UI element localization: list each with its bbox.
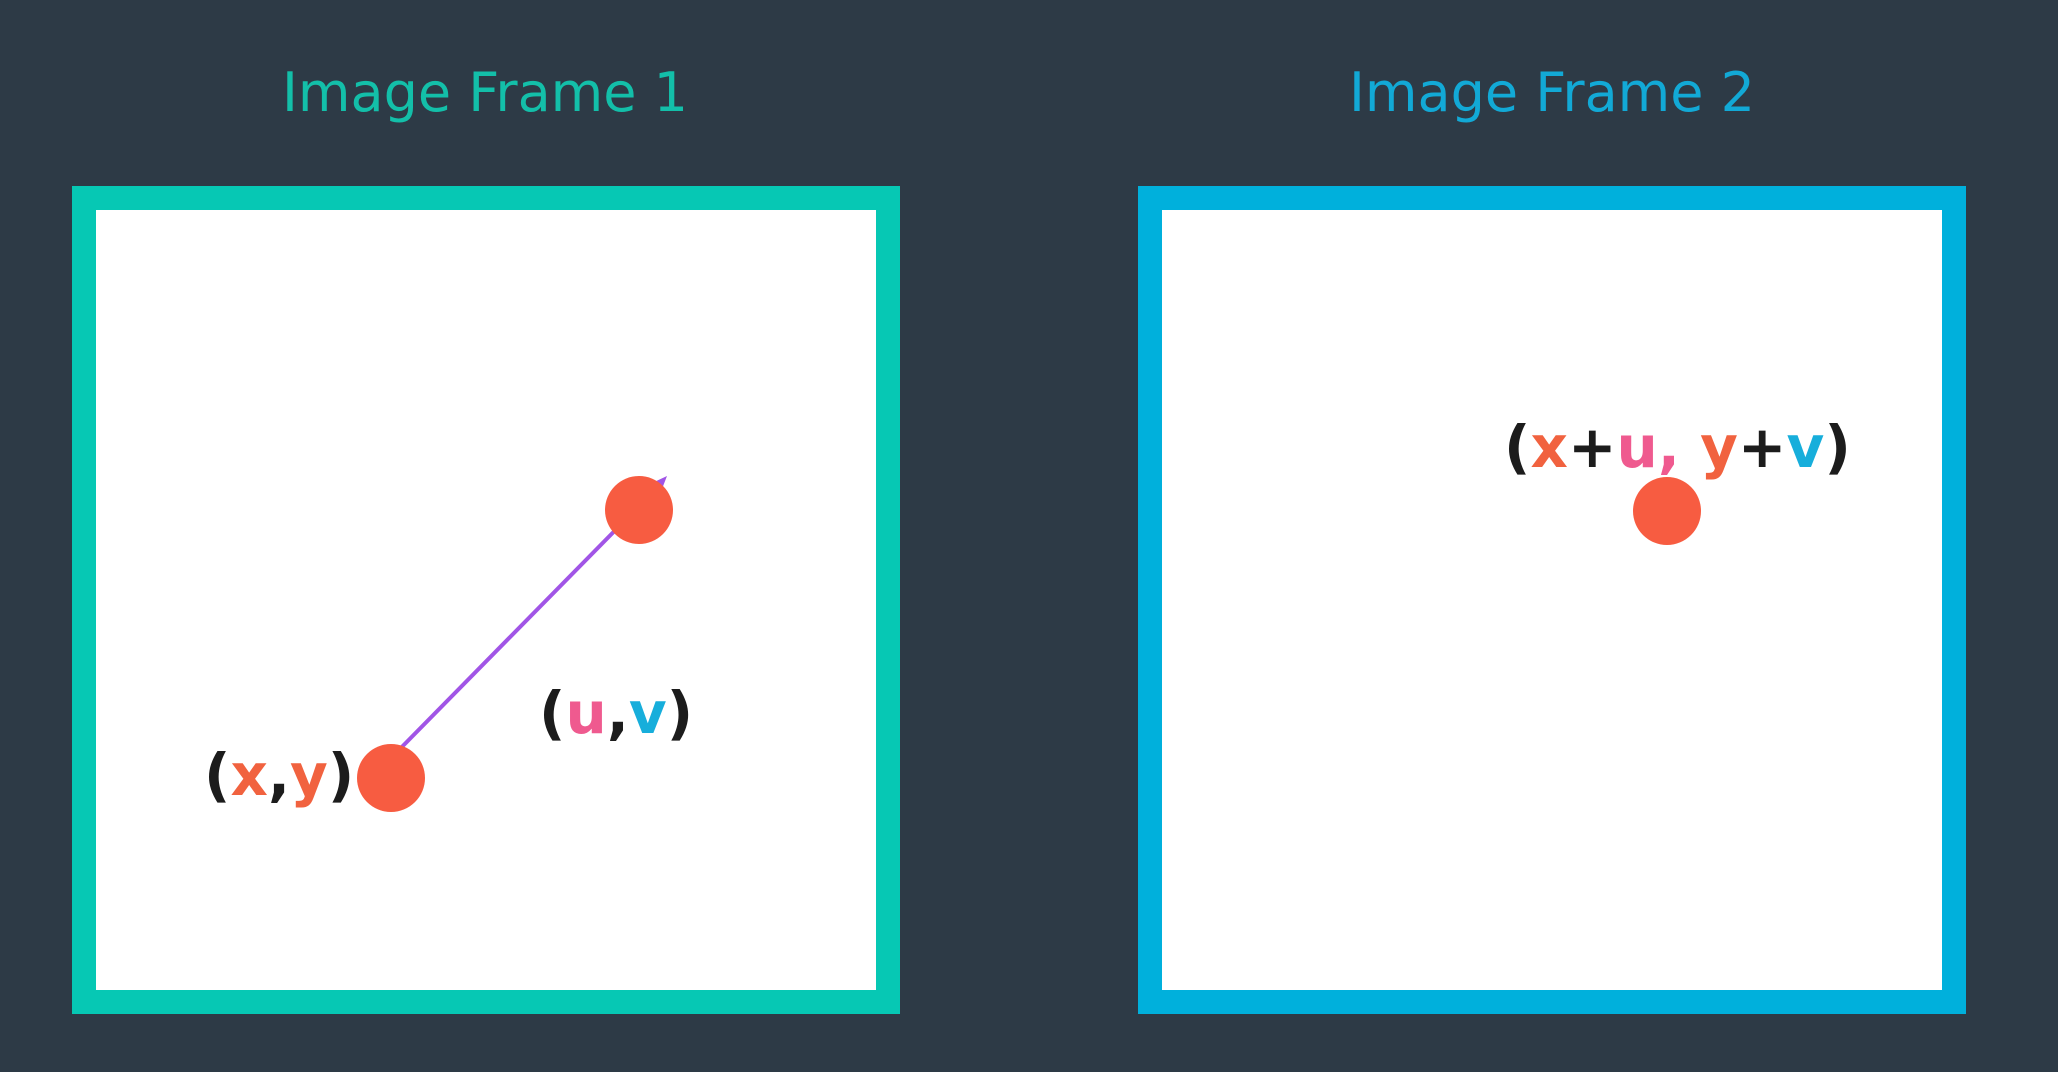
label-u: u <box>565 679 607 747</box>
point-start <box>357 744 425 812</box>
label-x: x <box>1530 413 1568 481</box>
point-end <box>605 476 673 544</box>
flow-label-uv: (u,v) <box>539 678 693 748</box>
label-close-paren: ) <box>666 679 694 747</box>
label-close-paren: ) <box>1824 413 1851 481</box>
label-v: v <box>1786 413 1825 481</box>
label-v: v <box>628 679 667 747</box>
label-open-paren: ( <box>539 679 566 747</box>
label-u: u <box>1616 413 1658 481</box>
label-comma: , <box>606 679 629 747</box>
label-comma: , <box>1657 413 1701 481</box>
label-y: y <box>1700 413 1738 481</box>
label-plus: + <box>1737 413 1787 481</box>
label-plus: + <box>1567 413 1617 481</box>
frame-1-title: Image Frame 1 <box>281 61 689 124</box>
label-close-paren: ) <box>327 741 355 809</box>
image-frame-2: (x+u, y+v) <box>1138 186 1966 1014</box>
label-x: x <box>230 741 268 809</box>
point-label-displaced: (x+u, y+v) <box>1504 412 1851 482</box>
label-open-paren: ( <box>1504 413 1531 481</box>
label-y: y <box>289 741 328 809</box>
motion-vector-arrow <box>389 476 667 760</box>
point-moved <box>1633 477 1701 545</box>
label-open-paren: ( <box>204 741 231 809</box>
image-frame-1: (x,y) (u,v) <box>72 186 900 1014</box>
frame-2-title: Image Frame 2 <box>1348 61 1756 124</box>
label-comma: , <box>267 741 290 809</box>
point-label-xy: (x,y) <box>204 740 354 810</box>
